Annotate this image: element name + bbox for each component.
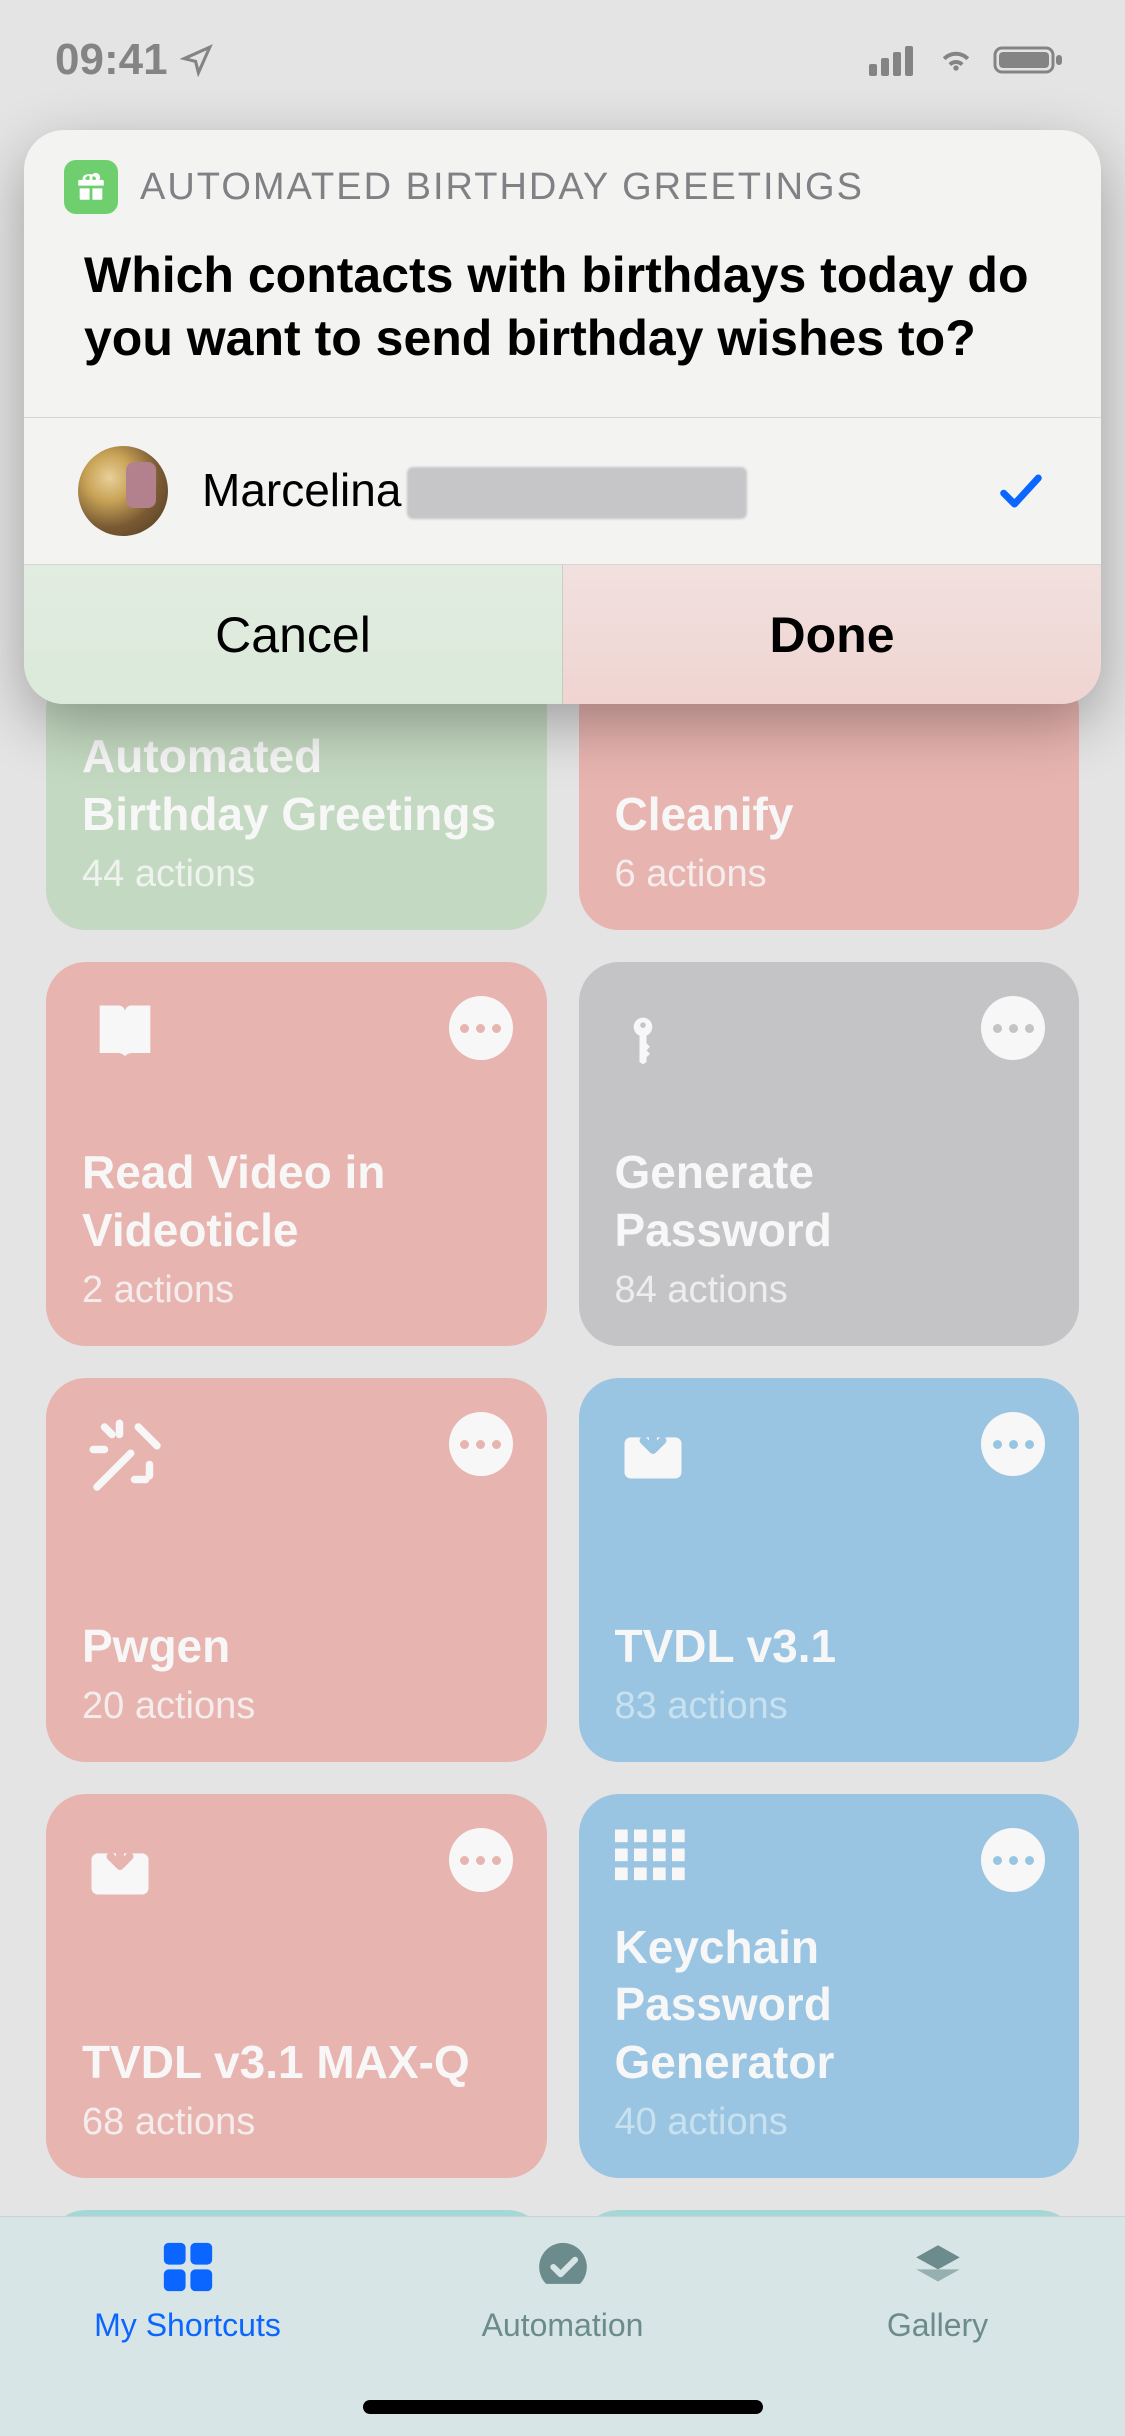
shortcut-actions: 83 actions [615,1685,1044,1728]
shortcut-actions: 84 actions [615,1269,1044,1312]
shortcut-card[interactable]: TVDL v3.1 83 actions [579,1378,1080,1762]
download-icon [82,1828,511,1904]
shortcut-title: Cleanify [615,786,1044,844]
tab-automation[interactable]: Automation [377,2237,748,2344]
shortcut-card[interactable]: TVDL v3.1 MAX-Q 68 actions [46,1794,547,2178]
book-icon [82,996,511,1072]
grid-icon [159,2237,217,2297]
layers-icon [909,2237,967,2297]
tab-my-shortcuts[interactable]: My Shortcuts [2,2237,373,2344]
prompt-header: AUTOMATED BIRTHDAY GREETINGS [24,130,1101,234]
prompt-app-name: AUTOMATED BIRTHDAY GREETINGS [140,166,864,209]
shortcut-title: Pwgen [82,1618,511,1676]
shortcut-card[interactable]: Automated Birthday Greetings 44 actions [46,670,547,930]
prompt-question: Which contacts with birthdays today do y… [24,234,1101,417]
shortcut-prompt-modal: AUTOMATED BIRTHDAY GREETINGS Which conta… [24,130,1101,704]
shortcut-title: Keychain Password Generator [615,1919,1044,2092]
gift-icon [64,160,118,214]
cancel-button[interactable]: Cancel [24,565,563,704]
download-icon [615,1412,1044,1488]
shortcut-actions: 44 actions [82,853,511,896]
shortcut-actions: 20 actions [82,1685,511,1728]
prompt-actions: Cancel Done [24,564,1101,704]
contact-row[interactable]: Marcelina [24,418,1101,564]
more-icon[interactable] [981,1412,1045,1476]
tab-gallery[interactable]: Gallery [752,2237,1123,2344]
prompt-contact-list: Marcelina [24,417,1101,564]
tab-label: Automation [482,2307,644,2344]
shortcut-title: TVDL v3.1 [615,1618,1044,1676]
shortcut-title: TVDL v3.1 MAX-Q [82,2034,511,2092]
more-icon[interactable] [981,996,1045,1060]
done-button[interactable]: Done [563,565,1101,704]
contact-avatar [78,446,168,536]
more-icon[interactable] [449,1828,513,1892]
more-icon[interactable] [981,1828,1045,1892]
wand-icon [82,1412,511,1488]
shortcut-actions: 2 actions [82,1269,511,1312]
checkmark-icon [995,465,1047,517]
clock-check-icon [534,2237,592,2297]
shortcut-actions: 40 actions [615,2101,1044,2144]
shortcut-card[interactable]: Generate Password 84 actions [579,962,1080,1346]
grid-icon [615,1828,1044,1904]
more-icon[interactable] [449,1412,513,1476]
shortcut-title: Read Video in Videoticle [82,1144,511,1259]
shortcut-actions: 6 actions [615,853,1044,896]
shortcut-title: Generate Password [615,1144,1044,1259]
tab-label: My Shortcuts [94,2307,281,2344]
more-icon[interactable] [449,996,513,1060]
shortcut-title: Automated Birthday Greetings [82,728,511,843]
shortcut-card[interactable]: Read Video in Videoticle 2 actions [46,962,547,1346]
tab-label: Gallery [887,2307,988,2344]
home-indicator[interactable] [363,2400,763,2414]
contact-name: Marcelina [202,463,961,520]
shortcut-card[interactable]: Cleanify 6 actions [579,670,1080,930]
key-icon [615,996,1044,1072]
shortcut-actions: 68 actions [82,2101,511,2144]
shortcut-card[interactable]: Keychain Password Generator 40 actions [579,1794,1080,2178]
shortcut-card[interactable]: Pwgen 20 actions [46,1378,547,1762]
redacted-text [407,467,747,519]
